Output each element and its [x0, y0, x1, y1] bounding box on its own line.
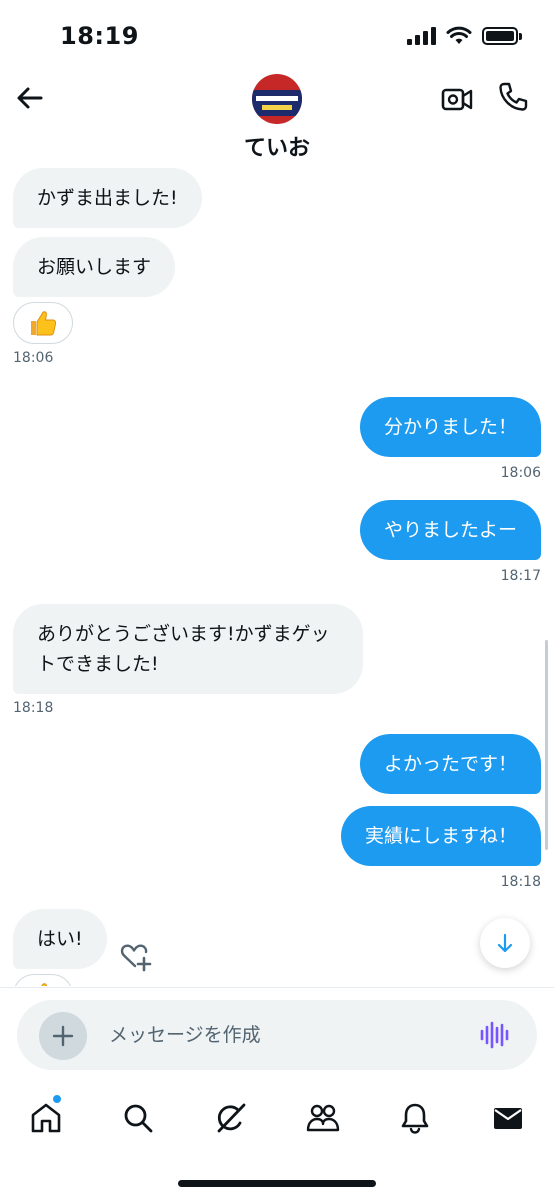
- message-timestamp: 18:18: [13, 700, 54, 716]
- message-input[interactable]: [109, 1016, 459, 1054]
- message-timestamp: 18:17: [500, 568, 541, 584]
- reaction-thumbs-up[interactable]: [13, 974, 73, 986]
- plus-icon: [52, 1025, 74, 1047]
- add-media-button[interactable]: [39, 1012, 87, 1060]
- grok-icon: [217, 1103, 246, 1133]
- search-icon: [124, 1104, 153, 1133]
- message-bubble-outgoing[interactable]: 実績にしますね！: [340, 806, 541, 866]
- message-timestamp: 18:18: [500, 874, 541, 890]
- message-bubble-outgoing[interactable]: 分かりました！: [359, 397, 541, 457]
- tab-grok[interactable]: [211, 1098, 251, 1138]
- reaction-thumbs-up[interactable]: [13, 302, 73, 344]
- communities-icon: [306, 1104, 340, 1132]
- divider: [0, 987, 554, 988]
- message-bubble-outgoing[interactable]: やりましたよー: [359, 500, 541, 560]
- conversation-header: ていお: [0, 70, 554, 170]
- scroll-to-bottom-button[interactable]: [480, 918, 530, 968]
- message-composer: [17, 1000, 537, 1070]
- tab-communities[interactable]: [303, 1098, 343, 1138]
- thumbs-up-icon: [31, 311, 57, 336]
- message-bubble-incoming[interactable]: お願いします: [13, 237, 176, 297]
- status-icons: [407, 26, 522, 46]
- envelope-icon: [494, 1108, 522, 1129]
- avatar[interactable]: [252, 74, 302, 124]
- message-bubble-incoming[interactable]: ありがとうございます!かずまゲットできました!: [13, 604, 363, 694]
- conversation-name[interactable]: ていお: [0, 130, 554, 162]
- battery-icon: [482, 27, 522, 45]
- back-arrow-icon[interactable]: [14, 82, 46, 114]
- arrow-down-icon: [497, 933, 513, 953]
- thumbs-up-icon: [41, 983, 48, 986]
- tab-home[interactable]: [26, 1098, 66, 1138]
- message-bubble-incoming[interactable]: かずま出ました!: [13, 168, 202, 228]
- message-timestamp: 18:06: [13, 350, 54, 366]
- home-notification-dot: [52, 1094, 62, 1104]
- phone-call-icon[interactable]: [496, 80, 530, 114]
- cellular-signal-icon: [407, 27, 436, 45]
- status-bar: 18:19: [0, 0, 554, 70]
- message-bubble-outgoing[interactable]: よかったです！: [359, 734, 541, 794]
- wifi-icon: [446, 26, 472, 44]
- video-call-icon[interactable]: [440, 82, 474, 116]
- tab-notifications[interactable]: [395, 1098, 435, 1138]
- tab-search[interactable]: [118, 1098, 158, 1138]
- tab-messages[interactable]: [488, 1098, 528, 1138]
- message-list[interactable]: かずま出ました! お願いします 18:06 分かりました！ 18:06 やりまし…: [0, 168, 554, 986]
- home-icon: [31, 1103, 61, 1133]
- bell-icon: [401, 1103, 429, 1134]
- message-timestamp: 18:06: [500, 465, 541, 481]
- add-reaction-heart-icon[interactable]: [118, 938, 154, 974]
- scrollbar[interactable]: [545, 640, 548, 850]
- message-bubble-incoming[interactable]: はい!: [13, 909, 107, 969]
- tab-bar: [0, 1088, 554, 1148]
- voice-message-icon[interactable]: [479, 1020, 509, 1050]
- home-indicator[interactable]: [178, 1180, 376, 1187]
- status-time: 18:19: [60, 22, 139, 50]
